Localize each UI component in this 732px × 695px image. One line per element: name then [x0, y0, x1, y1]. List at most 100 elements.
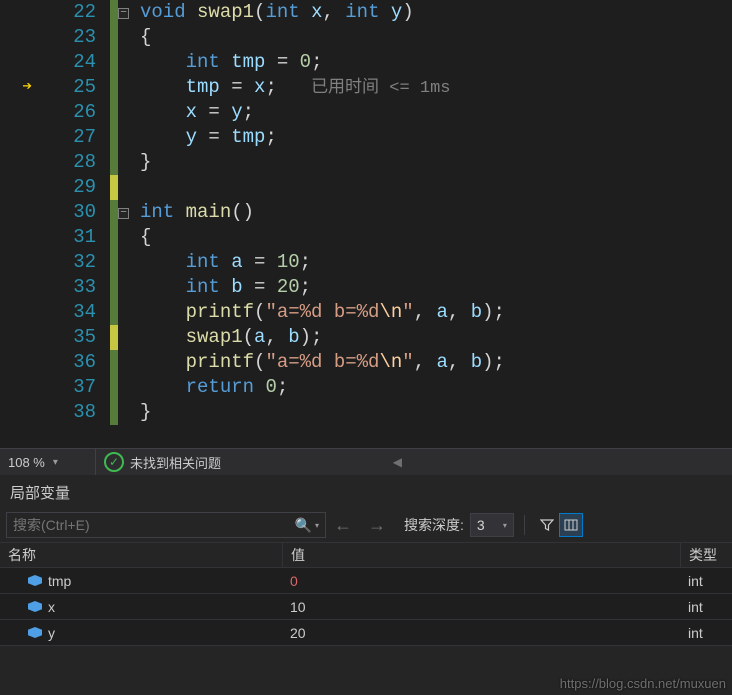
change-marker [110, 125, 118, 150]
code-line[interactable]: } [140, 150, 732, 175]
code-area[interactable]: void swap1(int x, int y){ int tmp = 0; t… [138, 0, 732, 448]
change-marker [110, 175, 118, 200]
code-line[interactable] [140, 175, 732, 200]
locals-cell-type: int [680, 625, 732, 641]
change-marker [110, 75, 118, 100]
code-line[interactable]: y = tmp; [140, 125, 732, 150]
fold-cell[interactable]: − [118, 200, 138, 225]
nav-back-button[interactable]: ← [334, 515, 352, 536]
fold-cell [118, 300, 138, 325]
change-marker [110, 0, 118, 25]
locals-cell-name: tmp [0, 573, 282, 589]
fold-cell [118, 250, 138, 275]
column-header-value[interactable]: 值 [282, 543, 680, 567]
locals-cell-value[interactable]: 20 [282, 625, 680, 641]
change-indicator-bar [110, 0, 118, 448]
line-number[interactable]: 32 [0, 250, 96, 275]
nav-forward-button[interactable]: → [368, 515, 386, 536]
line-number[interactable]: 22 [0, 0, 96, 25]
locals-search-box[interactable]: 🔍 ▾ [6, 512, 326, 538]
line-number[interactable]: 28 [0, 150, 96, 175]
fold-minus-icon[interactable]: − [118, 208, 129, 219]
line-number[interactable]: 37 [0, 375, 96, 400]
code-line[interactable]: printf("a=%d b=%d\n", a, b); [140, 300, 732, 325]
fold-cell [118, 100, 138, 125]
chevron-down-icon[interactable]: ▾ [315, 521, 319, 530]
separator [95, 449, 96, 475]
code-line[interactable]: void swap1(int x, int y) [140, 0, 732, 25]
column-header-name[interactable]: 名称 [0, 543, 282, 567]
code-line[interactable]: } [140, 400, 732, 425]
code-line[interactable]: x = y; [140, 100, 732, 125]
code-line[interactable]: int a = 10; [140, 250, 732, 275]
fold-column[interactable]: −− [118, 0, 138, 448]
change-marker [110, 275, 118, 300]
line-number-gutter[interactable]: 22232425➔26272829303132333435363738 [0, 0, 110, 448]
line-number[interactable]: 26 [0, 100, 96, 125]
code-line[interactable]: tmp = x; 已用时间 <= 1ms [140, 75, 732, 100]
line-number[interactable]: 31 [0, 225, 96, 250]
locals-panel: 局部变量 🔍 ▾ ← → 搜索深度: 3 ▾ 名称 值 [0, 475, 732, 695]
code-line[interactable]: swap1(a, b); [140, 325, 732, 350]
line-number[interactable]: 33 [0, 275, 96, 300]
search-icon[interactable]: 🔍 [295, 517, 312, 534]
locals-cell-type: int [680, 599, 732, 615]
fold-cell[interactable]: − [118, 0, 138, 25]
locals-row[interactable]: y20int [0, 620, 732, 646]
variable-icon [28, 601, 42, 612]
code-line[interactable]: { [140, 225, 732, 250]
code-line[interactable]: printf("a=%d b=%d\n", a, b); [140, 350, 732, 375]
fold-cell [118, 125, 138, 150]
scroll-left-icon[interactable]: ◀ [393, 455, 402, 469]
locals-cell-value[interactable]: 0 [282, 573, 680, 589]
change-marker [110, 300, 118, 325]
issues-text: 未找到相关问题 [130, 453, 221, 472]
line-number[interactable]: 25➔ [0, 75, 96, 100]
locals-cell-type: int [680, 573, 732, 589]
filter-button[interactable] [535, 513, 559, 537]
column-header-type[interactable]: 类型 [680, 543, 732, 567]
code-line[interactable]: return 0; [140, 375, 732, 400]
fold-minus-icon[interactable]: − [118, 8, 129, 19]
line-number[interactable]: 35 [0, 325, 96, 350]
fold-cell [118, 25, 138, 50]
code-line[interactable]: int main() [140, 200, 732, 225]
line-number[interactable]: 38 [0, 400, 96, 425]
fold-cell [118, 275, 138, 300]
fold-cell [118, 50, 138, 75]
line-number[interactable]: 29 [0, 175, 96, 200]
line-number[interactable]: 23 [0, 25, 96, 50]
fold-cell [118, 400, 138, 425]
execution-pointer-icon: ➔ [2, 75, 32, 100]
locals-cell-name: x [0, 599, 282, 615]
locals-row[interactable]: tmp0int [0, 568, 732, 594]
locals-row[interactable]: x10int [0, 594, 732, 620]
change-marker [110, 250, 118, 275]
variable-icon [28, 575, 42, 586]
columns-button[interactable] [559, 513, 583, 537]
locals-grid-header[interactable]: 名称 值 类型 [0, 542, 732, 568]
fold-cell [118, 325, 138, 350]
line-number[interactable]: 30 [0, 200, 96, 225]
locals-cell-value[interactable]: 10 [282, 599, 680, 615]
depth-label: 搜索深度: [404, 515, 464, 535]
line-number[interactable]: 27 [0, 125, 96, 150]
depth-dropdown[interactable]: 3 ▾ [470, 513, 514, 537]
line-number[interactable]: 24 [0, 50, 96, 75]
line-number[interactable]: 34 [0, 300, 96, 325]
watermark: https://blog.csdn.net/muxuen [560, 676, 726, 691]
filter-icon [540, 518, 554, 532]
zoom-dropdown[interactable]: 108 % ▾ [0, 455, 95, 470]
locals-grid-body: tmp0intx10inty20int [0, 568, 732, 646]
locals-search-input[interactable] [13, 517, 295, 533]
locals-toolbar: 🔍 ▾ ← → 搜索深度: 3 ▾ [0, 510, 732, 540]
change-marker [110, 350, 118, 375]
line-number[interactable]: 36 [0, 350, 96, 375]
code-line[interactable]: int b = 20; [140, 275, 732, 300]
change-marker [110, 150, 118, 175]
zoom-value: 108 % [8, 455, 45, 470]
code-editor[interactable]: 22232425➔26272829303132333435363738 −− v… [0, 0, 732, 448]
issues-ok-icon[interactable]: ✓ [104, 452, 124, 472]
code-line[interactable]: { [140, 25, 732, 50]
code-line[interactable]: int tmp = 0; [140, 50, 732, 75]
